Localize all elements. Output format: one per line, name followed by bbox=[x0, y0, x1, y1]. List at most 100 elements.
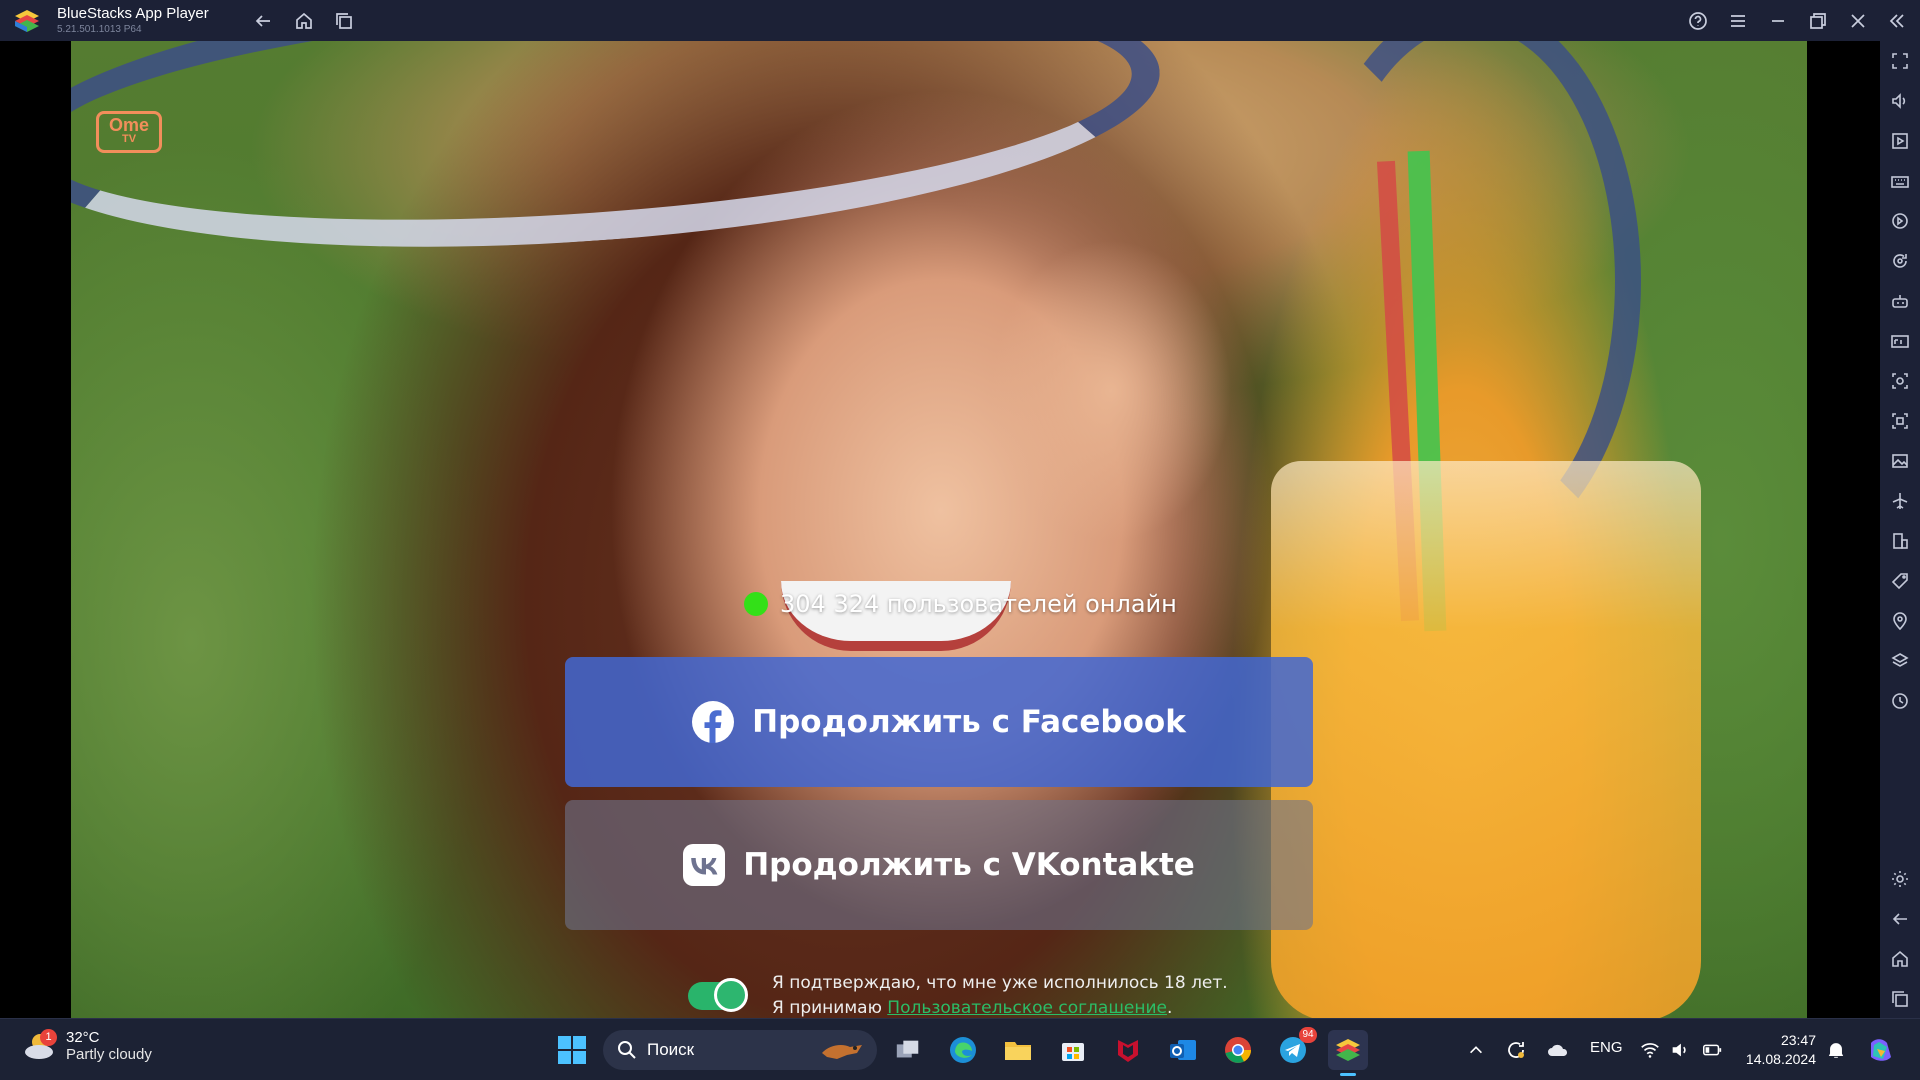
gallery-button[interactable] bbox=[1888, 449, 1912, 473]
fullscreen-icon bbox=[1892, 53, 1908, 69]
close-button[interactable] bbox=[1845, 8, 1871, 34]
folder-icon bbox=[1005, 1042, 1031, 1060]
sync-tray-button[interactable] bbox=[1498, 1030, 1534, 1070]
consent-text: Я подтверждаю, что мне уже исполнилось 1… bbox=[772, 971, 1228, 1021]
screenshot-button[interactable] bbox=[1888, 369, 1912, 393]
volume-button[interactable] bbox=[1888, 89, 1912, 113]
media-button[interactable] bbox=[1888, 129, 1912, 153]
media-icon bbox=[1892, 133, 1908, 149]
vk-icon bbox=[683, 844, 726, 886]
online-counter: 304 324 пользователей онлайн bbox=[744, 587, 1177, 621]
sync-button[interactable] bbox=[1888, 249, 1912, 273]
rotate-button[interactable] bbox=[1888, 209, 1912, 233]
fps-button[interactable] bbox=[1888, 329, 1912, 353]
recents-button[interactable] bbox=[331, 8, 357, 34]
restore-button[interactable] bbox=[1805, 8, 1831, 34]
edge-button[interactable] bbox=[943, 1030, 983, 1070]
eco-mode-button[interactable] bbox=[1888, 689, 1912, 713]
bluestacks-logo-icon bbox=[12, 6, 42, 36]
bluestacks-sidebar bbox=[1880, 41, 1920, 1018]
rotate-icon bbox=[1892, 213, 1908, 229]
android-recents-button[interactable] bbox=[1888, 987, 1912, 1011]
telegram-button[interactable]: 94 bbox=[1273, 1027, 1317, 1070]
airplane-button[interactable] bbox=[1888, 489, 1912, 513]
continue-vkontakte-button[interactable]: Продолжить с VKontakte bbox=[565, 800, 1313, 930]
continue-facebook-button[interactable]: Продолжить с Facebook bbox=[565, 657, 1313, 787]
drink-glass bbox=[1271, 461, 1701, 1018]
help-icon bbox=[1689, 12, 1707, 30]
android-home-button[interactable] bbox=[1888, 947, 1912, 971]
collapse-sidebar-button[interactable] bbox=[1884, 8, 1910, 34]
back-arrow-icon bbox=[1892, 913, 1907, 925]
weather-alert-badge: 1 bbox=[40, 1029, 57, 1046]
language-indicator[interactable]: ENG bbox=[1590, 1039, 1623, 1056]
clock[interactable]: 23:47 14.08.2024 bbox=[1742, 1031, 1816, 1069]
minimize-button[interactable] bbox=[1765, 8, 1791, 34]
android-back-button[interactable] bbox=[1888, 907, 1912, 931]
record-icon bbox=[1892, 413, 1908, 429]
onedrive-button[interactable] bbox=[1540, 1030, 1576, 1070]
fps-icon bbox=[1891, 335, 1909, 348]
back-button[interactable] bbox=[250, 8, 276, 34]
notifications-button[interactable] bbox=[1818, 1030, 1854, 1070]
gamepad-icon bbox=[1892, 295, 1908, 308]
terms-prefix: Я принимаю bbox=[772, 998, 888, 1018]
bluestacks-taskbar-button[interactable] bbox=[1328, 1030, 1368, 1076]
store-button[interactable] bbox=[1053, 1030, 1093, 1070]
bell-icon bbox=[1828, 1043, 1844, 1058]
terms-link[interactable]: Пользовательское соглашение bbox=[887, 998, 1167, 1018]
app-version: 5.21.501.1013 P64 bbox=[57, 24, 142, 35]
title-bar: BlueStacks App Player 5.21.501.1013 P64 bbox=[0, 0, 1920, 41]
hat-decoration bbox=[71, 41, 1169, 281]
taskbar-search[interactable]: Поиск bbox=[603, 1030, 877, 1070]
location-button[interactable] bbox=[1888, 609, 1912, 633]
emulator-screen: Ome TV 304 324 пользователей онлайн Прод… bbox=[0, 41, 1880, 1018]
record-button[interactable] bbox=[1888, 409, 1912, 433]
help-button[interactable] bbox=[1685, 8, 1711, 34]
copilot-icon bbox=[1871, 1039, 1891, 1061]
gamepad-button[interactable] bbox=[1888, 289, 1912, 313]
file-explorer-button[interactable] bbox=[998, 1030, 1038, 1070]
edge-icon bbox=[950, 1037, 976, 1063]
online-count-text: 304 324 пользователей онлайн bbox=[780, 590, 1177, 618]
weather-temp: 32°C bbox=[66, 1029, 100, 1046]
home-button[interactable] bbox=[291, 8, 317, 34]
clock-date: 14.08.2024 bbox=[1745, 1051, 1816, 1067]
battery-button[interactable] bbox=[1694, 1030, 1730, 1070]
volume-icon bbox=[1892, 93, 1906, 109]
task-view-button[interactable] bbox=[888, 1030, 928, 1070]
volume-tray-button[interactable] bbox=[1662, 1030, 1698, 1070]
multi-instance-button[interactable] bbox=[1888, 529, 1912, 553]
chrome-icon bbox=[1225, 1037, 1251, 1063]
airplane-icon bbox=[1892, 493, 1908, 509]
gallery-icon bbox=[1892, 454, 1908, 468]
sync-icon bbox=[1508, 1042, 1524, 1058]
outlook-button[interactable] bbox=[1163, 1030, 1203, 1070]
mcafee-button[interactable] bbox=[1108, 1030, 1148, 1070]
copilot-button[interactable] bbox=[1860, 1030, 1900, 1070]
chevron-up-icon bbox=[1470, 1046, 1482, 1054]
start-button[interactable] bbox=[552, 1030, 592, 1070]
close-icon bbox=[1851, 14, 1865, 28]
facebook-icon bbox=[692, 701, 735, 743]
keyboard-button[interactable] bbox=[1888, 169, 1912, 193]
weather-widget[interactable]: 1 32°C Partly cloudy bbox=[22, 1029, 152, 1063]
bluestacks-icon bbox=[1336, 1039, 1360, 1061]
window-title: BlueStacks App Player bbox=[57, 5, 209, 22]
show-hidden-icons-button[interactable] bbox=[1458, 1030, 1494, 1070]
settings-icon bbox=[1892, 871, 1908, 887]
age-confirm-toggle[interactable] bbox=[688, 978, 748, 1012]
layers-button[interactable] bbox=[1888, 649, 1912, 673]
menu-button[interactable] bbox=[1725, 8, 1751, 34]
chrome-button[interactable] bbox=[1218, 1030, 1258, 1070]
age-confirm-text: Я подтверждаю, что мне уже исполнилось 1… bbox=[772, 973, 1228, 993]
windows-taskbar: 1 32°C Partly cloudy Поиск 94 ENG 23:47 … bbox=[0, 1018, 1920, 1080]
task-view-icon bbox=[896, 1040, 919, 1058]
fullscreen-button[interactable] bbox=[1888, 49, 1912, 73]
layers-icon bbox=[1891, 653, 1909, 667]
home-icon bbox=[1892, 950, 1908, 967]
terms-suffix: . bbox=[1166, 998, 1173, 1018]
macro-button[interactable] bbox=[1888, 569, 1912, 593]
restore-icon bbox=[1810, 13, 1826, 29]
settings-button[interactable] bbox=[1888, 867, 1912, 891]
